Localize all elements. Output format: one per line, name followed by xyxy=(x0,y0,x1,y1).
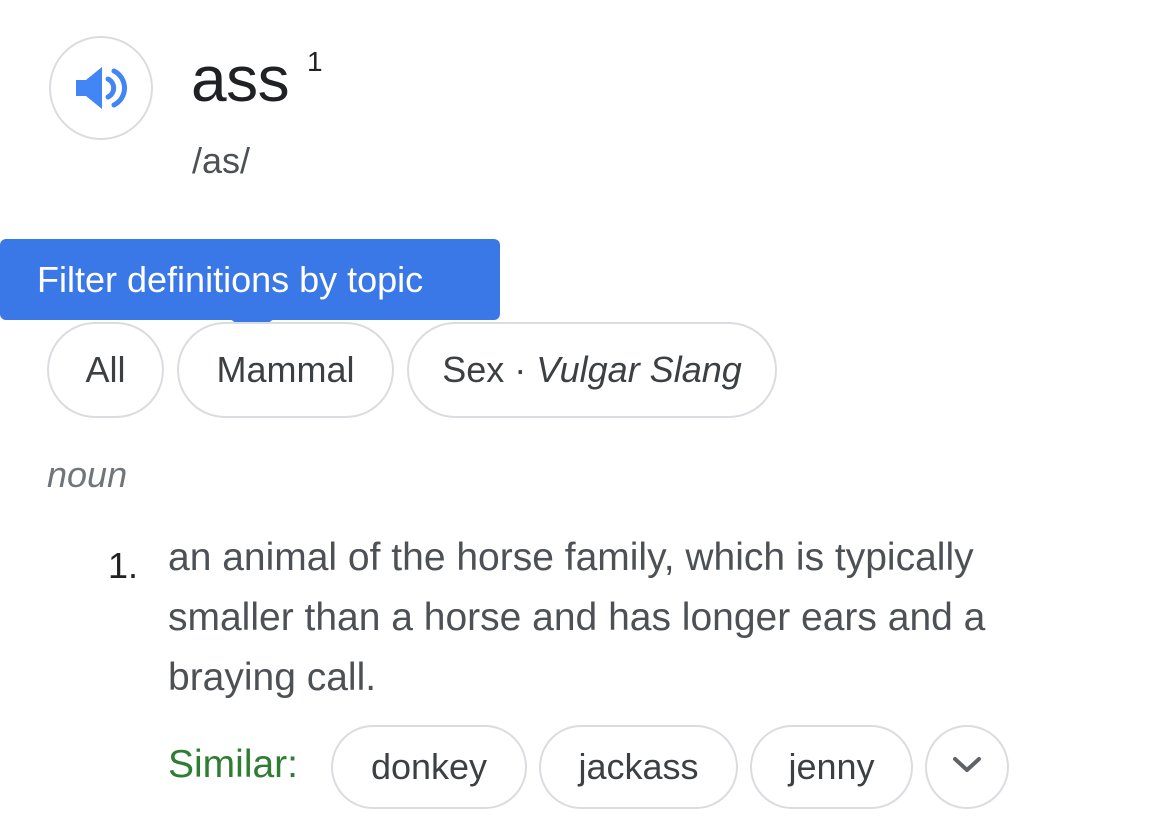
similar-chip-label: jenny xyxy=(788,746,875,787)
topic-chip-mammal[interactable]: Mammal xyxy=(177,322,394,418)
headword-block: ass 1 xyxy=(191,34,323,124)
filter-topic-tooltip: Filter definitions by topic xyxy=(0,239,500,320)
similar-chip-donkey[interactable]: donkey xyxy=(331,725,527,809)
similar-chip-label: jackass xyxy=(578,746,699,787)
topic-chip-sex[interactable]: Sex · Vulgar Slang xyxy=(407,322,777,418)
expand-similar-button[interactable] xyxy=(925,725,1009,809)
topic-chip-sex-label: Sex xyxy=(442,349,505,390)
chevron-down-icon xyxy=(952,756,982,779)
similar-chip-label: donkey xyxy=(370,746,488,787)
homograph-number: 1 xyxy=(307,46,323,77)
topic-chip-mammal-label: Mammal xyxy=(216,349,355,390)
similar-label: Similar: xyxy=(168,743,299,786)
topic-chip-register-label: Vulgar Slang xyxy=(536,349,742,390)
similar-chip-jackass[interactable]: jackass xyxy=(539,725,738,809)
sense-definition: an animal of the horse family, which is … xyxy=(168,536,986,699)
similar-chip-jenny[interactable]: jenny xyxy=(750,725,913,809)
topic-chip-all[interactable]: All xyxy=(47,322,164,418)
part-of-speech: noun xyxy=(47,454,128,495)
sense-number: 1. xyxy=(108,545,139,586)
topic-chip-separator: · xyxy=(504,349,537,390)
speaker-icon xyxy=(74,65,128,111)
pronunciation-speaker-button[interactable] xyxy=(49,36,153,140)
headword: ass xyxy=(191,43,290,115)
phonetic-spelling: /as/ xyxy=(192,140,251,181)
topic-chip-all-label: All xyxy=(85,349,126,390)
